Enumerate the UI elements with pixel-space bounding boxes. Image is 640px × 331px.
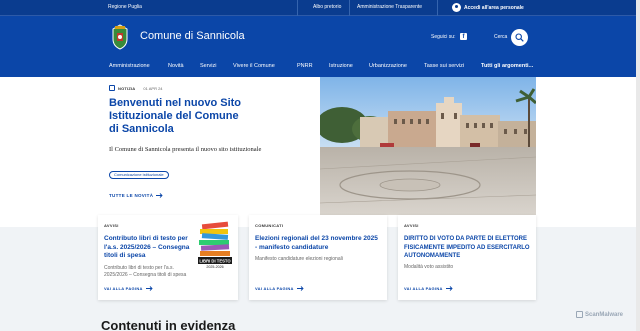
divider xyxy=(297,0,298,16)
textbooks-image: LIBRI DI TESTO 2025-2026 xyxy=(198,221,232,269)
nav-servizi[interactable]: Servizi xyxy=(200,63,217,69)
hero-title[interactable]: Benvenuti nel nuovo Sito Istituzionale d… xyxy=(109,97,249,136)
card-link[interactable]: VAI ALLA PAGINA xyxy=(104,286,153,291)
watermark: ScanMalware xyxy=(576,311,623,318)
divider xyxy=(437,0,438,16)
search-label: Cerca xyxy=(494,34,508,40)
hero-description: Il Comune di Sannicola presenta il nuovo… xyxy=(109,146,262,153)
section-title: Contenuti in evidenza xyxy=(101,318,236,331)
card-link-label: VAI ALLA PAGINA xyxy=(104,286,143,291)
nav-istruzione[interactable]: Istruzione xyxy=(329,63,353,69)
news-meta: NOTIZIA 01 APR 24 xyxy=(109,85,163,91)
watermark-icon xyxy=(576,311,583,318)
calendar-icon xyxy=(109,85,115,91)
news-kind: NOTIZIA xyxy=(118,85,136,91)
nav-pnrr[interactable]: PNRR xyxy=(297,63,313,69)
nav-tasse-sui-servizi[interactable]: Tasse sui servizi xyxy=(424,63,464,69)
image-year: 2025-2026 xyxy=(206,265,223,269)
facebook-icon[interactable]: f xyxy=(460,33,467,40)
news-card[interactable]: AVVISI Contributo libri di testo per l'a… xyxy=(98,215,238,300)
card-category: COMUNICATI xyxy=(255,223,284,228)
social-label: Seguici su: xyxy=(431,34,456,40)
arrow-right-icon xyxy=(296,286,304,291)
nav-amministrazione[interactable]: Amministrazione xyxy=(109,63,150,69)
card-description: Contributo libri di testo per l'a.s. 202… xyxy=(104,265,187,278)
news-card[interactable]: COMUNICATI Elezioni regionali del 23 nov… xyxy=(249,215,387,300)
arrow-right-icon xyxy=(145,286,153,291)
login-label: Accedi all'area personale xyxy=(464,4,524,11)
nav-vivere-il-comune[interactable]: Vivere il Comune xyxy=(233,63,275,69)
card-description: Modalità voto assistito xyxy=(404,264,454,270)
card-link[interactable]: VAI ALLA PAGINA xyxy=(404,286,453,291)
card-category: AVVISI xyxy=(404,223,419,228)
card-title[interactable]: Elezioni regionali del 23 novembre 2025 … xyxy=(255,235,381,252)
site-title[interactable]: Comune di Sannicola xyxy=(140,30,245,42)
albo-pretorio-link[interactable]: Albo pretorio xyxy=(313,4,341,10)
nav-urbanizzazione[interactable]: Urbanizzazione xyxy=(369,63,407,69)
login-button[interactable]: Accedi all'area personale xyxy=(452,3,524,12)
news-date: 01 APR 24 xyxy=(143,85,163,91)
search-button[interactable] xyxy=(511,29,528,46)
card-link[interactable]: VAI ALLA PAGINA xyxy=(255,286,304,291)
all-news-label: TUTTE LE NOVITÀ xyxy=(109,193,154,198)
card-description: Manifesto candidature elezioni regionali xyxy=(255,256,343,262)
crest-icon xyxy=(112,24,128,50)
scrollbar[interactable] xyxy=(636,0,640,331)
search-icon xyxy=(515,33,524,42)
card-title[interactable]: Contributo libri di testo per l'a.s. 202… xyxy=(104,235,192,261)
card-link-label: VAI ALLA PAGINA xyxy=(255,286,294,291)
arrow-right-icon xyxy=(445,286,453,291)
card-title[interactable]: DIRITTO DI VOTO DA PARTE DI ELETTORE FIS… xyxy=(404,235,532,261)
all-news-link[interactable]: TUTTE LE NOVITÀ xyxy=(109,193,163,198)
image-text: LIBRI DI TESTO xyxy=(199,259,231,264)
user-icon xyxy=(452,3,461,12)
nav-novita[interactable]: Novità xyxy=(168,63,184,69)
card-link-label: VAI ALLA PAGINA xyxy=(404,286,443,291)
watermark-text: ScanMalware xyxy=(585,311,624,318)
divider xyxy=(349,0,350,16)
header-center: Comune di Sannicola Seguici su: f Cerca xyxy=(0,16,640,60)
hero-image xyxy=(320,77,536,215)
arrow-right-icon xyxy=(156,193,163,198)
amministrazione-trasparente-link[interactable]: Amministrazione Trasparente xyxy=(357,4,422,10)
news-card[interactable]: AVVISI DIRITTO DI VOTO DA PARTE DI ELETT… xyxy=(398,215,536,300)
region-link[interactable]: Regione Puglia xyxy=(108,4,142,10)
topic-chip[interactable]: Comunicazione istituzionale xyxy=(109,171,169,179)
card-category: AVVISI xyxy=(104,223,119,228)
nav-tutti-gli-argomenti[interactable]: Tutti gli argomenti... xyxy=(481,63,533,69)
main-nav: Amministrazione Novità Servizi Vivere il… xyxy=(0,60,640,77)
slim-header: Regione Puglia Albo pretorio Amministraz… xyxy=(0,0,640,16)
